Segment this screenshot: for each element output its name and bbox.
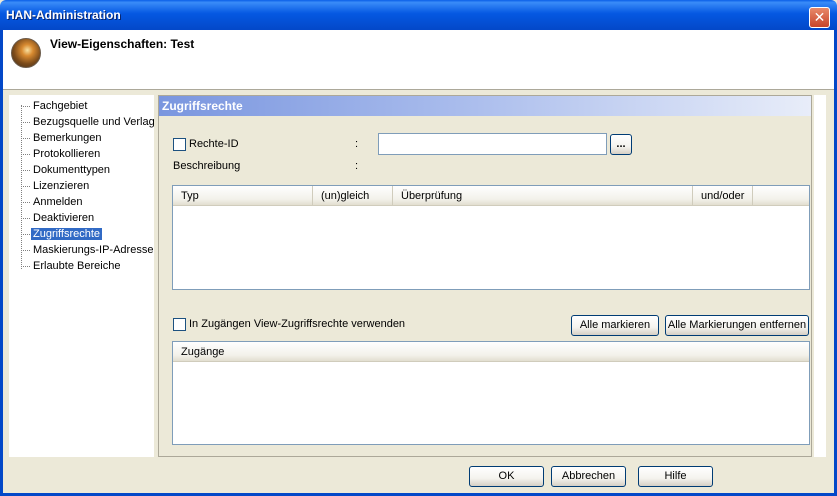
globe-icon: [11, 38, 41, 68]
rechte-id-colon: :: [355, 138, 359, 150]
tree-item-zugriffsrechte[interactable]: Zugriffsrechte: [9, 227, 103, 242]
tree-item-bemerkungen[interactable]: Bemerkungen: [9, 131, 104, 146]
use-view-rights-label: In Zugängen View-Zugriffsrechte verwende…: [189, 318, 406, 330]
tree-item-anmelden[interactable]: Anmelden: [9, 195, 85, 210]
beschreibung-label: Beschreibung: [173, 160, 241, 172]
access-table[interactable]: Zugänge: [172, 341, 810, 445]
beschreibung-colon: :: [355, 160, 359, 172]
use-view-rights-checkbox[interactable]: [173, 318, 186, 331]
help-button[interactable]: Hilfe: [638, 466, 713, 487]
tree-item-deaktivieren[interactable]: Deaktivieren: [9, 211, 96, 226]
dialog-footer: OK Abbrechen Hilfe: [3, 459, 834, 493]
column-ueberpruefung[interactable]: Überprüfung: [393, 186, 693, 206]
tree-item-dokumenttypen[interactable]: Dokumenttypen: [9, 163, 112, 178]
mark-all-button[interactable]: Alle markieren: [571, 315, 659, 336]
column-zugaenge[interactable]: Zugänge: [173, 342, 805, 362]
browse-button[interactable]: ...: [610, 134, 632, 155]
rechte-id-label: Rechte-ID: [189, 138, 239, 150]
dialog-content: Fachgebiet Bezugsquelle und Verlag Bemer…: [3, 91, 834, 459]
panel-title: Zugriffsrechte: [159, 96, 811, 116]
rights-table[interactable]: Typ (un)gleich Überprüfung und/oder: [172, 185, 810, 290]
title-bar: HAN-Administration ✕: [0, 0, 837, 30]
tree-item-erlaubte-bereiche[interactable]: Erlaubte Bereiche: [9, 259, 122, 274]
unmark-all-button[interactable]: Alle Markierungen entfernen: [665, 315, 809, 336]
navigation-tree: Fachgebiet Bezugsquelle und Verlag Bemer…: [9, 95, 157, 457]
tree-item-maskierungs-ip[interactable]: Maskierungs-IP-Adresse: [9, 243, 155, 258]
ok-button[interactable]: OK: [469, 466, 544, 487]
cancel-button[interactable]: Abbrechen: [551, 466, 626, 487]
dialog-title: View-Eigenschaften: Test: [50, 37, 195, 51]
tree-item-fachgebiet[interactable]: Fachgebiet: [9, 99, 89, 114]
close-button[interactable]: ✕: [809, 7, 830, 28]
column-typ[interactable]: Typ: [173, 186, 313, 206]
column-ungleich[interactable]: (un)gleich: [313, 186, 393, 206]
rights-table-header: Typ (un)gleich Überprüfung und/oder: [173, 186, 809, 206]
tree-item-protokollieren[interactable]: Protokollieren: [9, 147, 102, 162]
tree-item-bezugsquelle[interactable]: Bezugsquelle und Verlag: [9, 115, 157, 130]
dialog-header: View-Eigenschaften: Test: [3, 30, 834, 90]
ellipsis-icon: ...: [616, 138, 626, 150]
access-table-header: Zugänge: [173, 342, 809, 362]
rechte-id-input[interactable]: [378, 133, 607, 155]
zugriffsrechte-panel: Zugriffsrechte Rechte-ID : ... Beschreib…: [158, 95, 812, 457]
side-strip: [814, 95, 826, 457]
rechte-id-checkbox[interactable]: [173, 138, 186, 151]
column-und-oder[interactable]: und/oder: [693, 186, 753, 206]
tree-item-lizenzieren[interactable]: Lizenzieren: [9, 179, 91, 194]
window-title: HAN-Administration: [6, 8, 121, 22]
close-icon: ✕: [813, 9, 826, 25]
